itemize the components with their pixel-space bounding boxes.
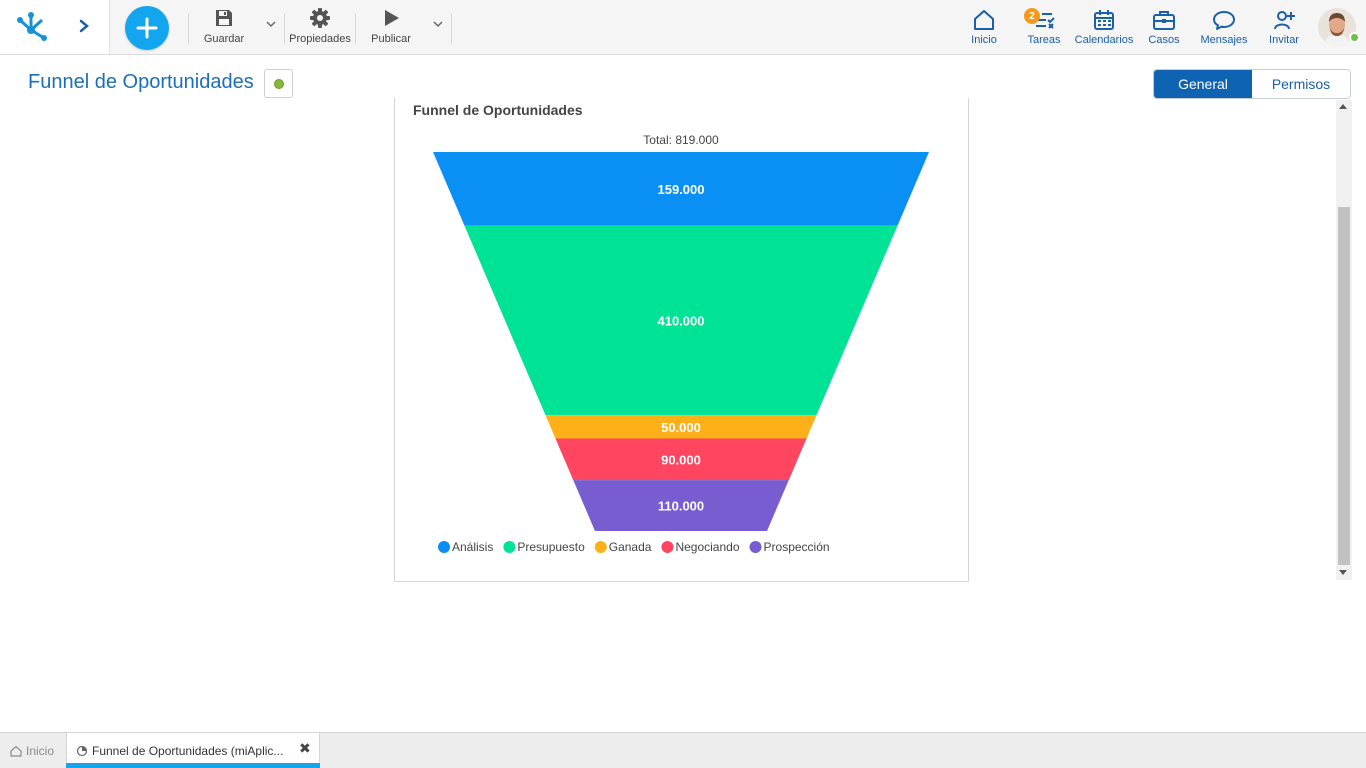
tab-permisos[interactable]: Permisos — [1252, 70, 1350, 98]
pie-chart-icon — [76, 745, 88, 757]
propiedades-button[interactable]: Propiedades — [289, 6, 351, 48]
chat-bubble-icon — [1213, 11, 1235, 30]
funnel-chart: Total: 819.000 159.000 410.000 50.000 90.00… — [433, 133, 929, 554]
legend-marker[interactable] — [749, 541, 762, 553]
legend-label[interactable]: Ganada — [609, 540, 652, 554]
bottom-tab-funnel-label: Funnel de Oportunidades (miAplic... — [92, 744, 284, 758]
scroll-up-arrow-icon[interactable] — [1339, 104, 1347, 109]
funnel-total-label: Total: 819.000 — [643, 133, 719, 147]
publicar-button[interactable]: Publicar — [369, 6, 413, 48]
legend-marker[interactable] — [594, 541, 607, 553]
add-button[interactable] — [125, 6, 169, 50]
home-icon — [974, 10, 994, 30]
nav-calendarios[interactable]: Calendarios — [1075, 8, 1133, 46]
nav-calendarios-label: Calendarios — [1074, 34, 1134, 46]
nav-inicio-label: Inicio — [971, 34, 997, 46]
tareas-badge: 2 — [1024, 8, 1040, 24]
guardar-label: Guardar — [203, 33, 245, 45]
scroll-down-arrow-icon[interactable] — [1339, 570, 1347, 575]
online-status-indicator — [1349, 32, 1360, 43]
legend-label[interactable]: Negociando — [675, 540, 739, 554]
funnel-data-label: 50.000 — [661, 420, 701, 435]
guardar-button[interactable]: Guardar — [202, 6, 246, 48]
top-toolbar: Guardar Propiedades Publicar Inicio Tare… — [0, 0, 1366, 55]
close-tab-icon[interactable]: ✖ — [299, 740, 311, 757]
tab-general[interactable]: General — [1154, 70, 1252, 98]
publicar-label: Publicar — [371, 33, 411, 45]
nav-invitar[interactable]: Invitar — [1266, 8, 1302, 46]
page-title: Funnel de Oportunidades — [28, 71, 254, 93]
funnel-data-label: 90.000 — [661, 452, 701, 467]
legend-marker[interactable] — [503, 541, 516, 553]
home-icon — [10, 745, 22, 757]
nav-casos-label: Casos — [1148, 34, 1180, 46]
legend-marker[interactable] — [438, 541, 450, 553]
nav-invitar-label: Invitar — [1269, 34, 1299, 46]
add-user-icon — [1274, 11, 1295, 30]
save-icon — [216, 10, 232, 26]
legend-marker[interactable] — [661, 541, 674, 553]
bottom-tab-inicio-label: Inicio — [26, 744, 55, 758]
nav-casos[interactable]: Casos — [1146, 8, 1182, 46]
plus-icon — [136, 17, 158, 39]
logo-area — [0, 0, 110, 54]
nav-inicio[interactable]: Inicio — [964, 8, 1004, 46]
propiedades-label: Propiedades — [289, 33, 351, 45]
funnel-data-label: 410.000 — [658, 313, 705, 328]
nav-mensajes-label: Mensajes — [1200, 34, 1248, 46]
toolbar-divider — [188, 14, 189, 44]
bottom-tab-inicio[interactable]: Inicio — [0, 733, 66, 768]
app-logo-icon[interactable] — [12, 8, 50, 46]
legend-label[interactable]: Presupuesto — [517, 540, 585, 554]
toolbar-divider — [284, 14, 285, 44]
funnel-data-label: 159.000 — [658, 182, 705, 197]
scrollbar-thumb[interactable] — [1338, 207, 1350, 565]
toolbar-divider — [355, 14, 356, 44]
status-dot-icon — [273, 78, 284, 89]
view-tabs: General Permisos — [1153, 69, 1351, 99]
funnel-data-label: 110.000 — [658, 499, 704, 514]
gear-icon — [310, 8, 330, 28]
play-icon — [385, 10, 399, 26]
chevron-right-icon[interactable] — [74, 14, 94, 38]
legend-label[interactable]: Prospección — [764, 540, 830, 554]
nav-mensajes[interactable]: Mensajes — [1198, 8, 1250, 46]
toolbar-divider — [451, 14, 452, 44]
chevron-down-icon[interactable] — [432, 18, 444, 30]
legend-label[interactable]: Análisis — [452, 540, 493, 554]
status-button[interactable] — [264, 69, 293, 98]
nav-tareas-label: Tareas — [1027, 34, 1061, 46]
chevron-down-icon[interactable] — [265, 18, 277, 30]
active-tab-indicator — [66, 763, 320, 768]
calendar-icon — [1094, 10, 1114, 30]
briefcase-icon — [1153, 11, 1175, 30]
